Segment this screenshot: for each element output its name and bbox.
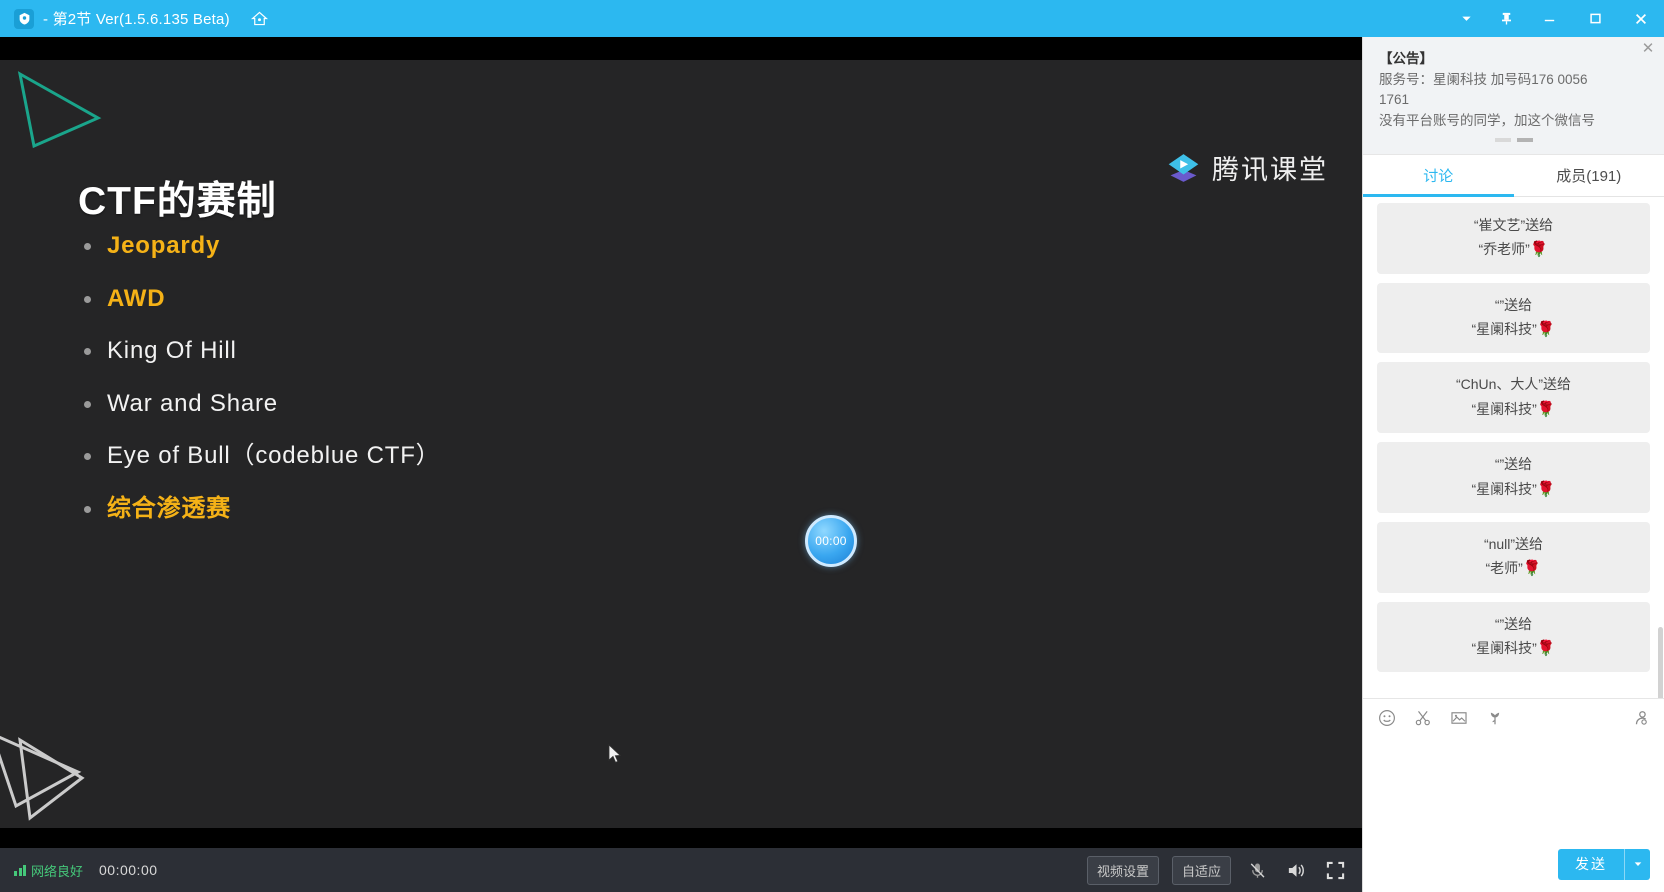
message-list-scrollbar[interactable] bbox=[1658, 626, 1663, 698]
network-status: 网络良好 bbox=[14, 861, 83, 880]
microphone-muted-icon[interactable] bbox=[1244, 857, 1270, 883]
close-button[interactable] bbox=[1618, 0, 1664, 37]
list-item[interactable]: “崔文艺”送给 “乔老师”🌹 bbox=[1377, 202, 1650, 274]
player-control-bar: 网络良好 00:00:00 视频设置 自适应 bbox=[0, 848, 1362, 892]
announcement-title: 【公告】 bbox=[1379, 51, 1433, 66]
app-window: - 第2节 Ver(1.5.6.135 Beta) CTF的赛制 Jeopard… bbox=[0, 0, 1664, 892]
presentation-slide: CTF的赛制 Jeopardy AWD King Of Hill War and… bbox=[0, 60, 1362, 828]
gift-sender-line: “”送给 bbox=[1494, 615, 1533, 632]
rose-icon: 🌹 bbox=[1522, 560, 1542, 578]
slide-bullet-list: Jeopardy AWD King Of Hill War and Share … bbox=[80, 232, 440, 548]
white-triangles-decoration bbox=[0, 735, 85, 821]
title-bar-left: - 第2节 Ver(1.5.6.135 Beta) bbox=[0, 8, 271, 30]
gift-receiver-line: “星阑科技”🌹 bbox=[1471, 400, 1556, 418]
list-item[interactable]: “ChUn、大人”送给 “星阑科技”🌹 bbox=[1377, 362, 1650, 433]
video-stage[interactable]: CTF的赛制 Jeopardy AWD King Of Hill War and… bbox=[0, 37, 1362, 892]
announcement-line: 没有平台账号的同学，加这个微信号 bbox=[1379, 112, 1595, 128]
chat-toolbar bbox=[1363, 698, 1664, 736]
bullet-text: War and Share bbox=[107, 389, 278, 417]
slide-title: CTF的赛制 bbox=[78, 180, 277, 223]
rose-icon: 🌹 bbox=[1536, 321, 1556, 338]
gift-receiver-line: “星阑科技”🌹 bbox=[1471, 480, 1556, 498]
announcement-body: 服务号：星阑科技 加号码176 0056 1761 没有平台账号的同学，加这个微… bbox=[1379, 70, 1648, 131]
list-item[interactable]: “”送给 “星阑科技”🌹 bbox=[1377, 601, 1650, 673]
bullet-text: AWD bbox=[107, 284, 166, 312]
scissors-icon[interactable] bbox=[1413, 708, 1432, 727]
bullet-item: War and Share bbox=[80, 390, 440, 418]
close-icon[interactable]: ✕ bbox=[1640, 41, 1656, 57]
tab-members[interactable]: 成员(191) bbox=[1514, 155, 1664, 196]
announcement-banner: ✕ 【公告】 服务号：星阑科技 加号码176 0056 1761 没有平台账号的… bbox=[1363, 37, 1664, 155]
message-list[interactable]: “崔文艺”送给 “乔老师”🌹 “”送给 “星阑科技”🌹 “ChUn、大人”送给 … bbox=[1363, 197, 1664, 698]
list-item[interactable]: “”送给 “星阑科技”🌹 bbox=[1377, 282, 1650, 354]
announcement-pager[interactable] bbox=[1379, 137, 1648, 142]
maximize-button[interactable] bbox=[1572, 0, 1618, 37]
image-icon[interactable] bbox=[1449, 708, 1468, 727]
app-shield-icon bbox=[14, 8, 34, 29]
gift-receiver-line: “老师”🌹 bbox=[1485, 560, 1542, 578]
tencent-classroom-label: 腾讯课堂 bbox=[1212, 155, 1328, 185]
user-icon[interactable] bbox=[1631, 708, 1650, 727]
fullscreen-icon[interactable] bbox=[1322, 857, 1348, 883]
send-button[interactable]: 发送 bbox=[1558, 849, 1624, 880]
tencent-classroom-logo: 腾讯课堂 bbox=[1165, 148, 1328, 187]
send-button-group[interactable]: 发送 bbox=[1558, 848, 1650, 880]
window-title: - 第2节 Ver(1.5.6.135 Beta) bbox=[43, 11, 230, 28]
rose-icon: 🌹 bbox=[1536, 400, 1556, 418]
message-composer[interactable] bbox=[1363, 736, 1664, 844]
gift-receiver-line: “星阑科技”🌹 bbox=[1471, 640, 1556, 657]
bullet-item: AWD bbox=[80, 285, 440, 313]
list-item[interactable]: “”送给 “星阑科技”🌹 bbox=[1377, 442, 1650, 513]
bullet-item: Jeopardy bbox=[80, 232, 440, 260]
gift-sender-line: “”送给 bbox=[1494, 296, 1533, 313]
gift-sender-line: “”送给 bbox=[1494, 456, 1533, 472]
send-row: 发送 bbox=[1363, 844, 1664, 892]
bullet-item: King Of Hill bbox=[80, 337, 440, 365]
player-right-controls: 视频设置 自适应 bbox=[1086, 855, 1348, 885]
flower-icon[interactable] bbox=[1485, 708, 1504, 727]
tab-members-label: 成员(191) bbox=[1556, 167, 1622, 185]
minimize-button[interactable] bbox=[1526, 0, 1572, 37]
timer-badge-text: 00:00 bbox=[815, 534, 847, 548]
network-status-label: 网络良好 bbox=[31, 863, 84, 879]
bullet-text: Jeopardy bbox=[107, 232, 221, 259]
title-bar: - 第2节 Ver(1.5.6.135 Beta) bbox=[0, 0, 1664, 37]
graduation-cap-play-icon bbox=[1168, 153, 1199, 182]
video-settings-button[interactable]: 视频设置 bbox=[1086, 855, 1159, 885]
gift-sender-line: “崔文艺”送给 bbox=[1473, 216, 1554, 233]
bullet-text: Eye of Bull（codeblue CTF） bbox=[107, 442, 441, 470]
elapsed-time: 00:00:00 bbox=[99, 862, 158, 878]
mouse-cursor bbox=[608, 744, 622, 763]
gift-sender-line: “ChUn、大人”送给 bbox=[1455, 376, 1572, 393]
tab-discussion-label: 讨论 bbox=[1423, 167, 1454, 185]
speaker-on-icon[interactable] bbox=[1283, 857, 1309, 883]
send-options-chevron-down-icon[interactable] bbox=[1624, 848, 1650, 880]
pin-button[interactable] bbox=[1486, 0, 1526, 37]
emoji-icon[interactable] bbox=[1377, 708, 1396, 727]
dropdown-menu-button[interactable] bbox=[1446, 0, 1486, 37]
signal-bars-icon bbox=[14, 864, 26, 876]
announcement-line: 服务号：星阑科技 加号码176 0056 bbox=[1379, 72, 1588, 87]
gift-receiver-line: “乔老师”🌹 bbox=[1478, 241, 1549, 259]
teal-triangle-decoration bbox=[17, 71, 102, 149]
rose-icon: 🌹 bbox=[1536, 640, 1556, 657]
rose-icon: 🌹 bbox=[1529, 241, 1549, 259]
home-icon[interactable] bbox=[249, 8, 271, 30]
list-item[interactable]: “null”送给 “老师”🌹 bbox=[1377, 521, 1650, 593]
announcement-line: 1761 bbox=[1379, 92, 1410, 108]
bullet-text: King Of Hill bbox=[107, 337, 237, 365]
rose-icon: 🌹 bbox=[1536, 480, 1556, 498]
bullet-text: 综合渗透赛 bbox=[107, 494, 231, 522]
timer-badge: 00:00 bbox=[805, 515, 857, 567]
bullet-item: Eye of Bull（codeblue CTF） bbox=[80, 442, 440, 470]
side-panel: ✕ 【公告】 服务号：星阑科技 加号码176 0056 1761 没有平台账号的… bbox=[1362, 37, 1664, 892]
gift-receiver-line: “星阑科技”🌹 bbox=[1471, 321, 1556, 338]
gift-sender-line: “null”送给 bbox=[1483, 535, 1544, 552]
bullet-item: 综合渗透赛 bbox=[80, 495, 440, 523]
panel-tabs: 讨论 成员(191) bbox=[1363, 155, 1664, 197]
message-input[interactable] bbox=[1375, 744, 1652, 836]
window-controls bbox=[1446, 0, 1664, 37]
quality-selector-button[interactable]: 自适应 bbox=[1171, 855, 1231, 885]
tab-discussion[interactable]: 讨论 bbox=[1363, 155, 1514, 197]
